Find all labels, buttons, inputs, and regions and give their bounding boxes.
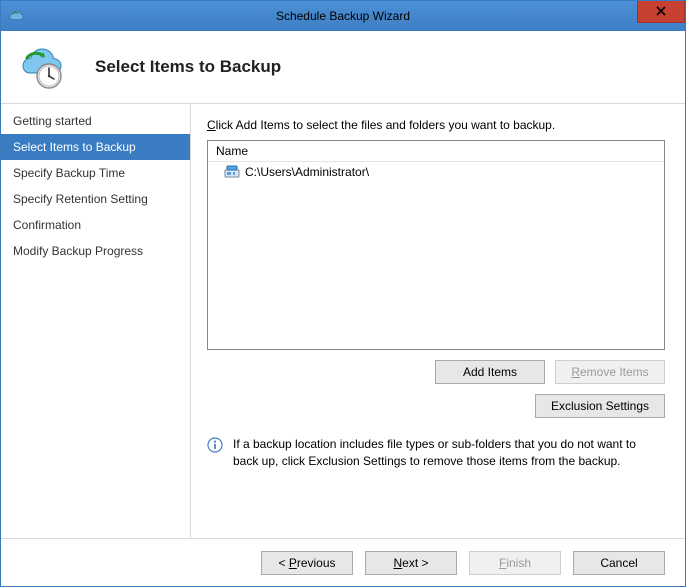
app-icon [7,7,25,25]
add-items-button[interactable]: Add Items [435,360,545,384]
titlebar: Schedule Backup Wizard [1,1,685,31]
drive-icon [224,165,240,179]
step-modify-progress[interactable]: Modify Backup Progress [1,238,190,264]
steps-sidebar: Getting started Select Items to Backup S… [1,104,191,538]
info-icon [207,437,223,453]
list-item[interactable]: C:\Users\Administrator\ [214,164,658,180]
list-items-area: C:\Users\Administrator\ [208,162,664,349]
step-backup-time[interactable]: Specify Backup Time [1,160,190,186]
step-select-items[interactable]: Select Items to Backup [1,134,190,160]
page-title: Select Items to Backup [95,57,281,77]
remove-items-button: Remove Items [555,360,665,384]
next-button[interactable]: Next > [365,551,457,575]
finish-button: Finish [469,551,561,575]
wizard-body: Getting started Select Items to Backup S… [1,103,685,538]
previous-button[interactable]: < Previous [261,551,353,575]
instruction-text: Click Add Items to select the files and … [207,118,665,132]
list-column-header[interactable]: Name [208,141,664,162]
cancel-button[interactable]: Cancel [573,551,665,575]
exclusion-row: Exclusion Settings [207,394,665,418]
close-button[interactable] [637,1,685,23]
exclusion-settings-button[interactable]: Exclusion Settings [535,394,665,418]
window-title: Schedule Backup Wizard [1,9,685,23]
info-text: If a backup location includes file types… [233,436,659,470]
content-panel: Click Add Items to select the files and … [191,104,685,538]
step-confirmation[interactable]: Confirmation [1,212,190,238]
wizard-window: Schedule Backup Wizard Select Items to B… [0,0,686,587]
close-icon [656,4,666,19]
items-listbox[interactable]: Name C:\Users\Administrator\ [207,140,665,350]
info-box: If a backup location includes file types… [207,436,665,470]
cloud-clock-icon [17,42,75,92]
step-getting-started[interactable]: Getting started [1,108,190,134]
item-buttons-row: Add Items Remove Items [207,360,665,384]
step-retention[interactable]: Specify Retention Setting [1,186,190,212]
list-item-path: C:\Users\Administrator\ [245,165,369,179]
wizard-header: Select Items to Backup [1,31,685,103]
wizard-footer: < Previous Next > Finish Cancel [1,538,685,586]
